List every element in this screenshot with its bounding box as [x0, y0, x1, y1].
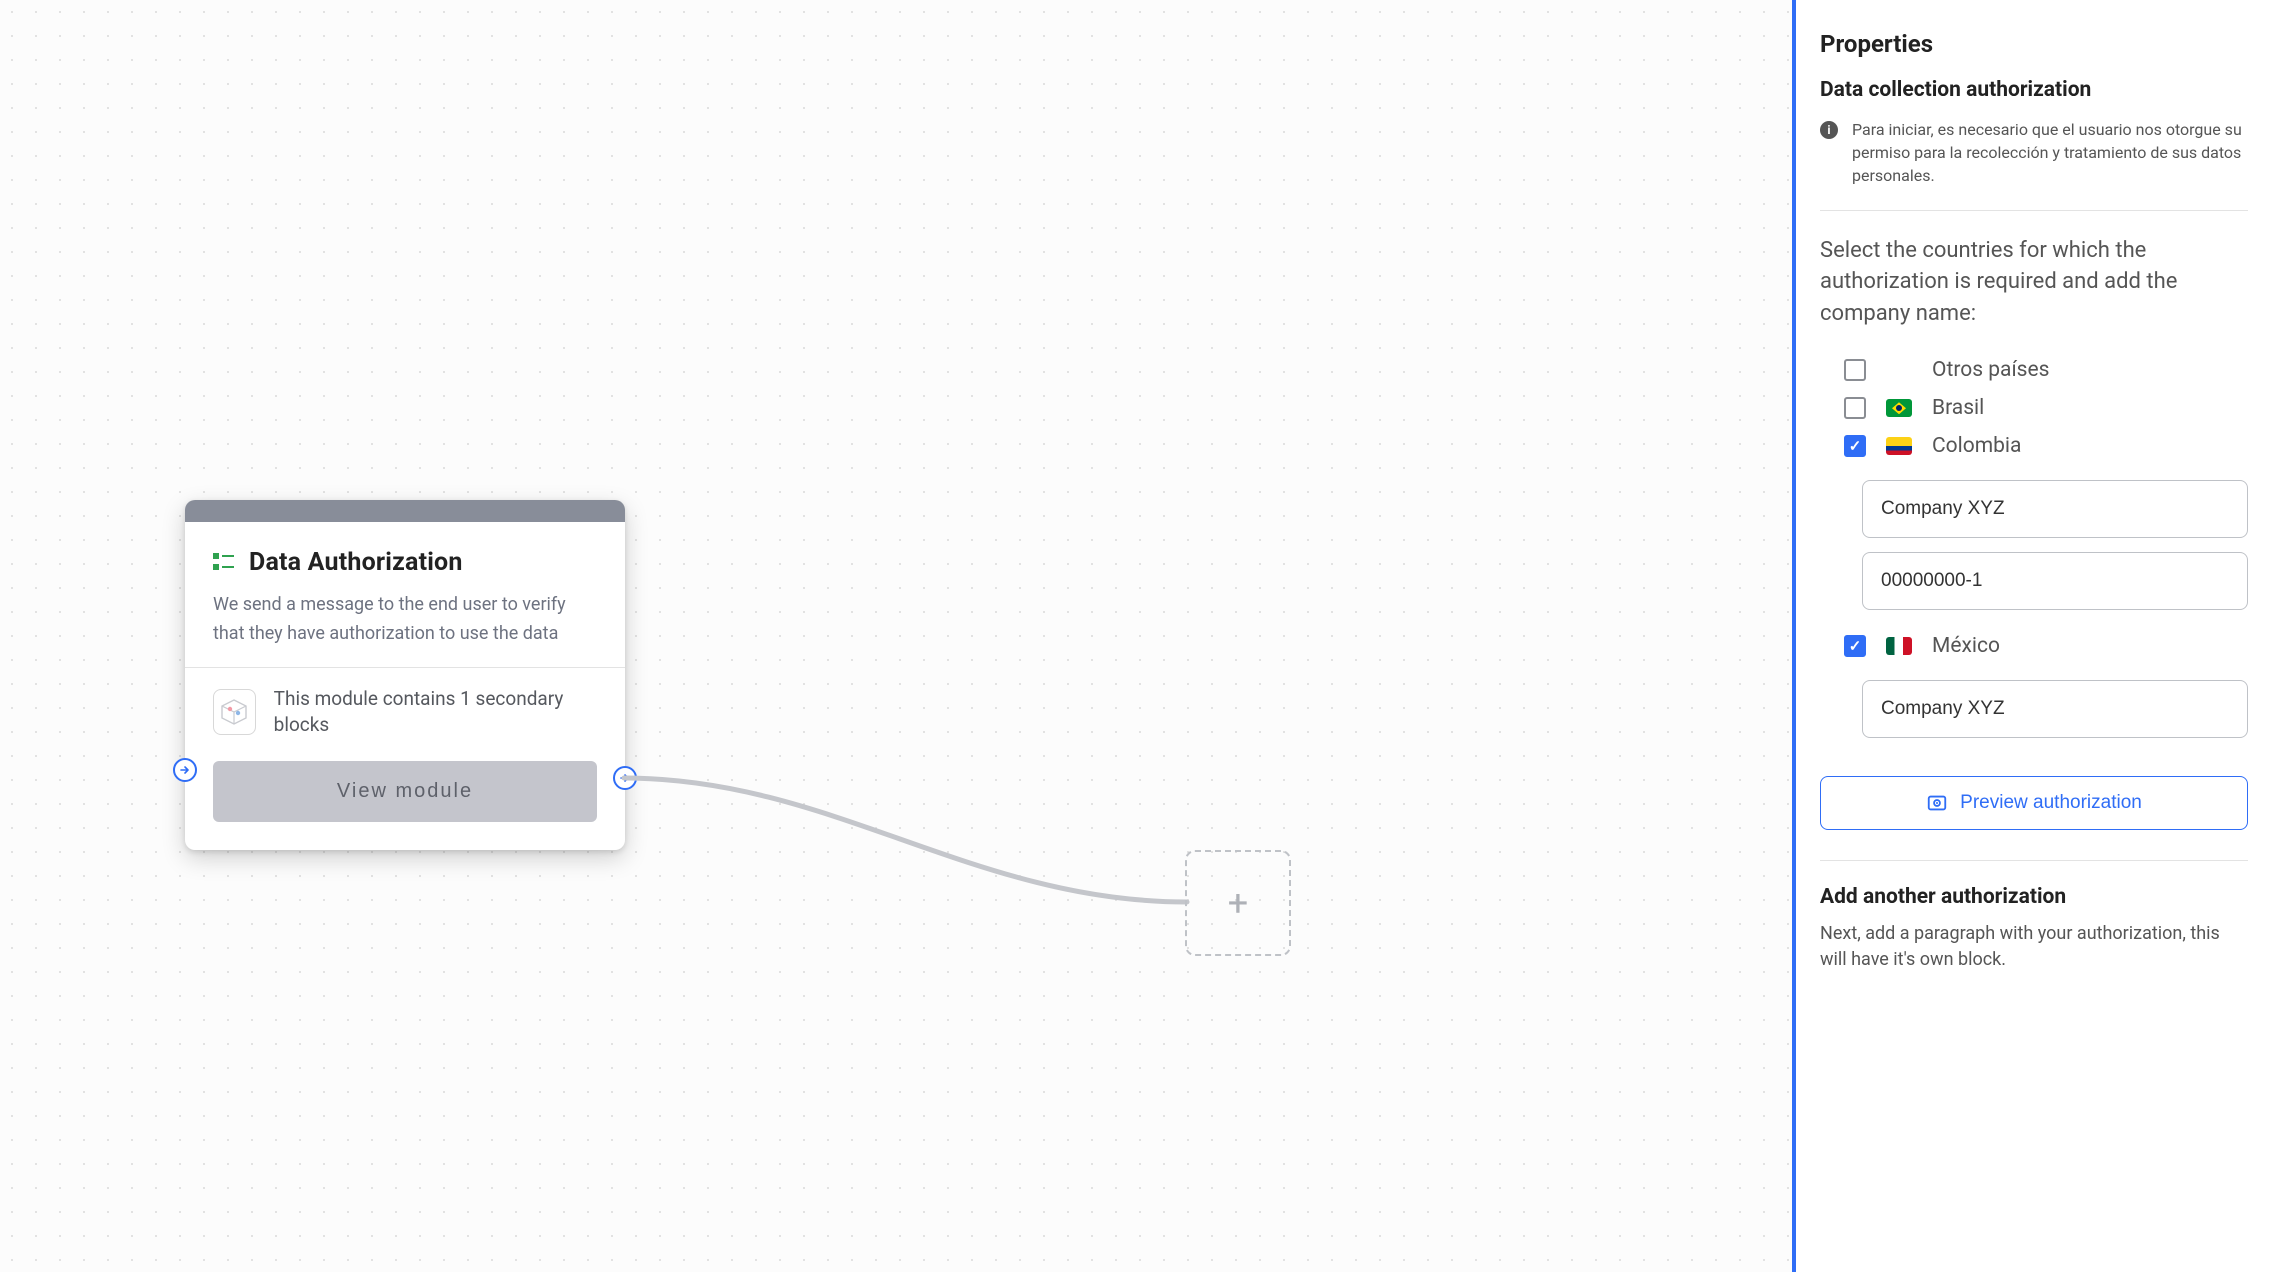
preview-label: Preview authorization: [1960, 792, 2142, 814]
company-input-colombia[interactable]: [1862, 480, 2248, 538]
node-drag-handle[interactable]: [185, 500, 625, 522]
add-node-button[interactable]: +: [1185, 850, 1291, 956]
info-text: Para iniciar, es necesario que el usuari…: [1852, 118, 2248, 188]
flag-colombia-icon: [1886, 437, 1912, 455]
country-row-mexico: México: [1844, 634, 2248, 658]
add-another-title: Add another authorization: [1820, 885, 2248, 909]
panel-title: Properties: [1820, 30, 2248, 58]
list-check-icon: [213, 553, 235, 573]
mexico-fields: [1844, 680, 2248, 738]
cube-icon: [213, 689, 256, 735]
checkbox-other[interactable]: [1844, 359, 1866, 381]
colombia-fields: [1844, 480, 2248, 610]
add-another-text: Next, add a paragraph with your authoriz…: [1820, 921, 2248, 973]
canvas[interactable]: Data Authorization We send a message to …: [0, 0, 1792, 1272]
country-row-brasil: Brasil: [1844, 396, 2248, 420]
checkbox-brasil[interactable]: [1844, 397, 1866, 419]
divider: [1820, 860, 2248, 861]
node-description: We send a message to the end user to ver…: [213, 591, 597, 649]
divider: [1820, 210, 2248, 211]
plus-icon: +: [1228, 882, 1248, 924]
country-label: Colombia: [1932, 434, 2021, 458]
country-label: Brasil: [1932, 396, 1984, 420]
country-row-other: Otros países: [1844, 358, 2248, 382]
instruction-text: Select the countries for which the autho…: [1820, 235, 2248, 331]
flag-mexico-icon: [1886, 637, 1912, 655]
preview-authorization-button[interactable]: Preview authorization: [1820, 776, 2248, 830]
country-list: Otros países Brasil Colombia México: [1820, 358, 2248, 748]
node-data-authorization[interactable]: Data Authorization We send a message to …: [185, 500, 625, 850]
view-module-button[interactable]: View module: [213, 761, 597, 822]
output-port[interactable]: [613, 766, 637, 790]
connector-line: [612, 760, 1232, 930]
input-port[interactable]: [173, 758, 197, 782]
divider: [185, 667, 625, 668]
eye-icon: [1926, 792, 1948, 814]
company-input-mexico[interactable]: [1862, 680, 2248, 738]
checkbox-mexico[interactable]: [1844, 635, 1866, 657]
properties-panel: Properties Data collection authorization…: [1792, 0, 2272, 1272]
panel-subtitle: Data collection authorization: [1820, 78, 2248, 102]
checkbox-colombia[interactable]: [1844, 435, 1866, 457]
info-icon: i: [1820, 121, 1838, 139]
node-title: Data Authorization: [249, 548, 463, 577]
country-row-colombia: Colombia: [1844, 434, 2248, 458]
module-info: This module contains 1 secondary blocks: [274, 686, 597, 739]
flag-brasil-icon: [1886, 399, 1912, 417]
country-label: Otros países: [1932, 358, 2049, 382]
taxid-input-colombia[interactable]: [1862, 552, 2248, 610]
country-label: México: [1932, 634, 2000, 658]
